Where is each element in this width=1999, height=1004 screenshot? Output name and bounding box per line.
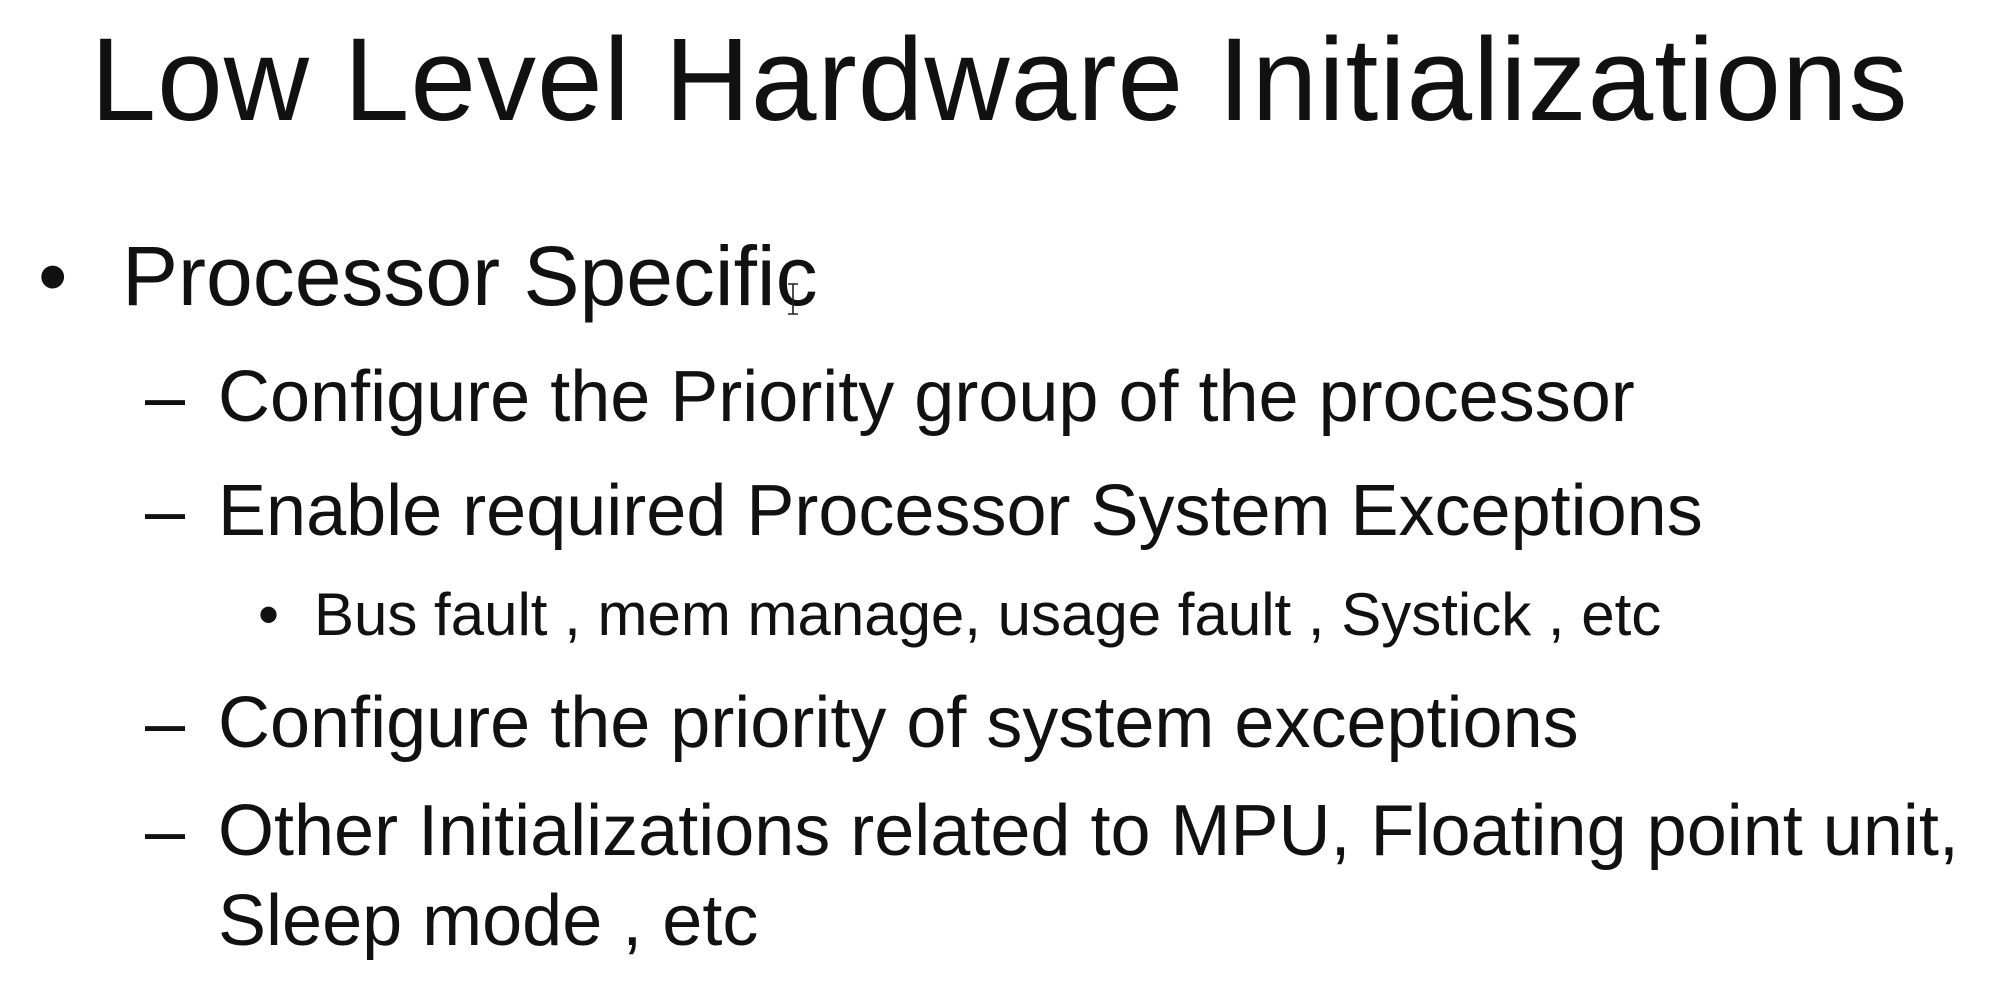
- text-cursor-icon: [788, 283, 798, 315]
- sub-bullet-text: Configure the priority of system excepti…: [218, 683, 1579, 763]
- slide: Low Level Hardware Initializations • Pro…: [0, 0, 1999, 1004]
- sub-sub-bullet-text: Bus fault , mem manage, usage fault , Sy…: [314, 581, 1662, 648]
- slide-title: Low Level Hardware Initializations: [90, 14, 1909, 146]
- bullet-marker: •: [38, 229, 68, 323]
- sub-bullet-text: Other Initializations related to MPU, Fl…: [218, 791, 1959, 961]
- dash-marker: –: [145, 357, 186, 437]
- bullet-marker: •: [258, 581, 280, 648]
- dash-marker: –: [145, 683, 186, 763]
- bullet-text: Processor Specific: [122, 229, 818, 323]
- dash-marker: –: [145, 471, 186, 551]
- sub-bullet-text: Enable required Processor System Excepti…: [218, 471, 1703, 551]
- sub-bullet-text: Configure the Priority group of the proc…: [218, 357, 1635, 437]
- dash-marker: –: [145, 791, 186, 871]
